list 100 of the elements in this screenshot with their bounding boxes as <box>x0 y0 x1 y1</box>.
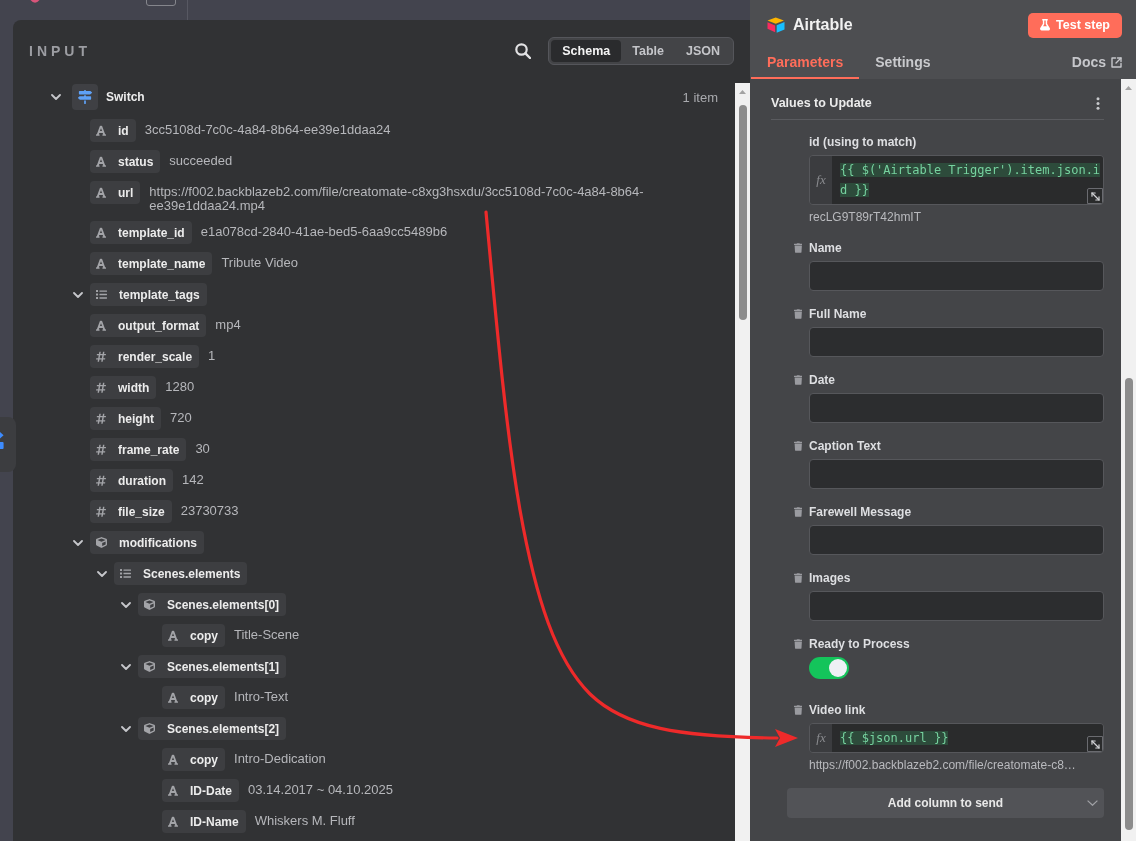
key-chip[interactable]: Scenes.elements <box>114 562 248 585</box>
key-value: 3cc5108d-7c0c-4a84-8b64-ee39e1ddaa24 <box>144 123 391 137</box>
font-icon <box>96 186 106 199</box>
scrollbar-thumb[interactable] <box>738 105 747 320</box>
field-label: Date <box>809 372 836 388</box>
chevron-icon[interactable] <box>121 663 131 670</box>
trash-icon[interactable] <box>793 309 803 319</box>
cube-icon <box>144 599 155 610</box>
chevron-icon[interactable] <box>97 570 107 577</box>
toggle-switch[interactable] <box>809 657 849 679</box>
search-icon[interactable] <box>515 43 532 59</box>
key-chip[interactable]: copy <box>162 748 225 771</box>
key-chip[interactable]: ID-Name <box>162 810 246 833</box>
text-input[interactable] <box>809 525 1104 555</box>
key-value: 30 <box>195 442 210 456</box>
flask-icon <box>1040 19 1051 31</box>
key-chip[interactable]: copy <box>162 686 225 709</box>
handle-icon <box>0 432 4 449</box>
button-edge-drawing <box>146 0 176 6</box>
key-chip[interactable]: height <box>90 407 161 430</box>
chevron-icon[interactable] <box>73 291 83 298</box>
hash-icon <box>96 443 106 456</box>
trash-icon[interactable] <box>793 375 803 385</box>
field-label: Ready to Process <box>809 636 911 652</box>
node-name: Switch <box>106 90 145 104</box>
docs-link[interactable]: Docs <box>1071 50 1122 70</box>
key-chip[interactable]: modifications <box>90 531 204 554</box>
expand-button[interactable] <box>1087 188 1103 204</box>
key-chip[interactable]: status <box>90 150 161 173</box>
hash-icon <box>96 381 106 394</box>
field-label: Video link <box>809 702 867 718</box>
field-label: Images <box>809 570 852 586</box>
key-chip[interactable]: template_id <box>90 221 192 244</box>
cube-icon <box>144 661 155 672</box>
scroll-up-icon[interactable] <box>1125 86 1132 90</box>
font-icon <box>96 226 106 239</box>
caret-icon <box>1086 800 1098 806</box>
key-chip[interactable]: render_scale <box>90 345 200 368</box>
key-chip[interactable]: url <box>90 181 141 204</box>
font-icon <box>96 124 106 137</box>
expression-field[interactable]: fx {{ $json.url }} <box>809 723 1104 753</box>
text-input[interactable] <box>809 327 1104 357</box>
chevron-icon[interactable] <box>73 539 83 546</box>
expand-button[interactable] <box>1087 736 1103 752</box>
expand-icon <box>1090 739 1100 749</box>
field-label: Caption Text <box>809 438 882 454</box>
key-chip[interactable]: ID-Date <box>162 779 239 802</box>
chevron-icon[interactable] <box>51 94 61 100</box>
view-tab[interactable]: Table <box>621 40 675 62</box>
trash-icon[interactable] <box>793 243 803 253</box>
key-chip[interactable]: output_format <box>90 314 207 337</box>
scrollbar-thumb[interactable] <box>1124 378 1133 830</box>
font-icon <box>168 815 178 828</box>
trash-icon[interactable] <box>793 573 803 583</box>
key-chip[interactable]: Scenes.elements[1] <box>138 655 287 678</box>
scrollbar[interactable] <box>1121 79 1136 841</box>
key-chip[interactable]: Scenes.elements[0] <box>138 593 287 616</box>
panel-handle[interactable] <box>0 417 16 472</box>
signpost-icon <box>72 84 98 110</box>
more-options-icon[interactable] <box>1096 96 1100 110</box>
chevron-icon[interactable] <box>121 601 131 608</box>
view-tab[interactable]: Schema <box>551 40 622 62</box>
field-hint: https://f002.backblazeb2.com/file/creatomate-c8… <box>809 757 1077 773</box>
dot-edge-drawing <box>30 0 40 3</box>
key-chip[interactable]: copy <box>162 624 225 647</box>
key-value: Intro-Text <box>234 690 289 704</box>
view-tab[interactable]: JSON <box>674 40 731 62</box>
key-value: Intro-Dedication <box>234 752 326 766</box>
trash-icon[interactable] <box>793 441 803 451</box>
key-value: 23730733 <box>180 504 239 518</box>
item-count: 1 item <box>682 89 718 105</box>
key-chip[interactable]: file_size <box>90 500 172 523</box>
key-chip[interactable]: duration <box>90 469 173 492</box>
trash-icon[interactable] <box>793 639 803 649</box>
key-chip[interactable]: frame_rate <box>90 438 187 461</box>
text-input[interactable] <box>809 459 1104 489</box>
trash-icon[interactable] <box>793 507 803 517</box>
key-chip[interactable]: Scenes.elements[2] <box>138 717 287 740</box>
field-label: Name <box>809 240 843 256</box>
key-chip[interactable]: template_name <box>90 252 213 275</box>
field-label: Full Name <box>809 306 868 322</box>
key-chip[interactable]: width <box>90 376 157 399</box>
scrollbar[interactable] <box>735 83 750 841</box>
chevron-icon[interactable] <box>121 725 131 732</box>
add-column-button[interactable]: Add column to send <box>787 788 1104 818</box>
scroll-up-icon[interactable] <box>739 90 746 94</box>
key-value: Tribute Video <box>221 256 298 270</box>
hash-icon <box>96 474 106 487</box>
cube-icon <box>96 537 107 548</box>
key-chip[interactable]: template_tags <box>90 283 207 306</box>
field-label: id (using to match) <box>809 134 918 150</box>
panel-tab[interactable]: Settings <box>859 50 947 79</box>
text-input[interactable] <box>809 261 1104 291</box>
text-input[interactable] <box>809 591 1104 621</box>
expression-field[interactable]: fx {{ $('Airtable Trigger').item.json.id }} <box>809 155 1104 205</box>
trash-icon[interactable] <box>793 705 803 715</box>
list-icon <box>96 289 107 300</box>
key-chip[interactable]: id <box>90 119 136 142</box>
text-input[interactable] <box>809 393 1104 423</box>
key-value: 142 <box>182 473 204 487</box>
